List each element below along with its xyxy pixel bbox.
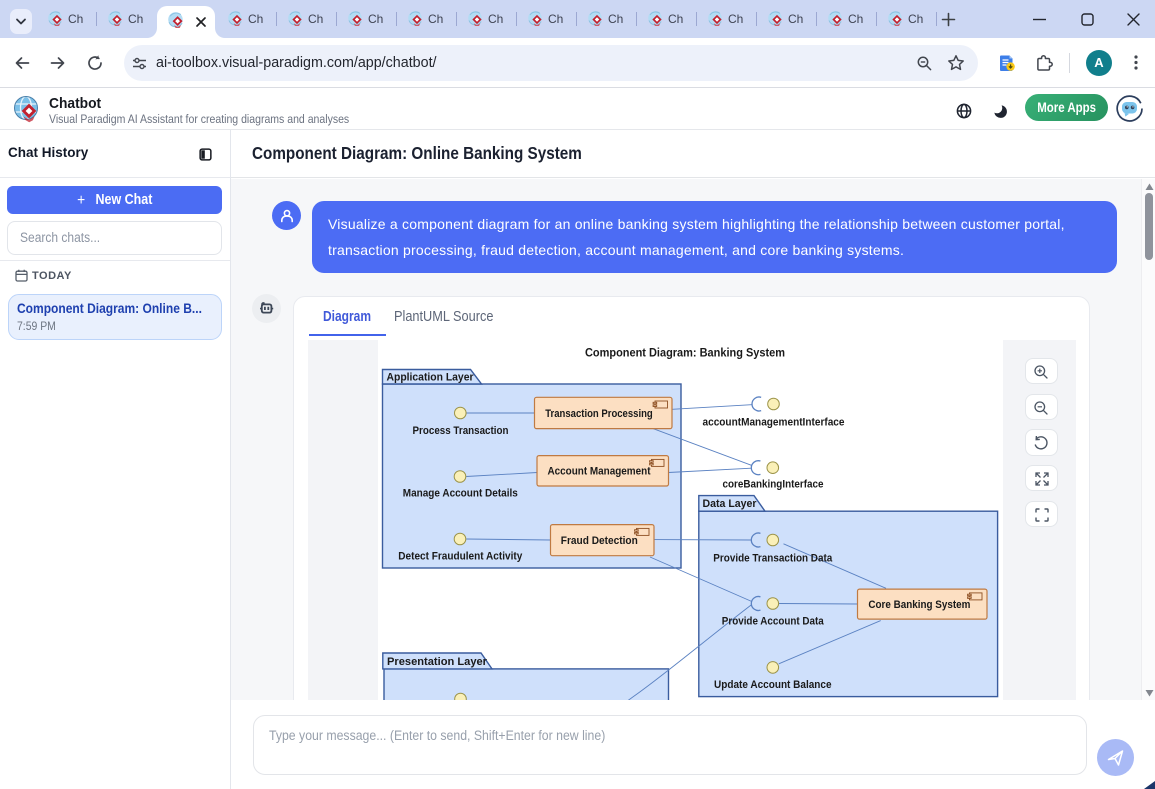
svg-text:Manage Account Details: Manage Account Details: [403, 488, 518, 500]
svg-text:Detect Fraudulent Activity: Detect Fraudulent Activity: [398, 551, 523, 563]
svg-text:Account Management: Account Management: [547, 466, 650, 478]
svg-text:Process Transaction: Process Transaction: [412, 425, 508, 437]
svg-text:coreBankingInterface: coreBankingInterface: [722, 479, 823, 491]
svg-text:Transaction Processing: Transaction Processing: [545, 408, 653, 420]
svg-text:Provide Account Data: Provide Account Data: [722, 616, 825, 628]
svg-text:Component Diagram: Banking Sys: Component Diagram: Banking System: [585, 346, 785, 360]
svg-text:Update Account Balance: Update Account Balance: [714, 679, 832, 691]
svg-text:Core Banking System: Core Banking System: [868, 599, 970, 611]
svg-text:Data Layer: Data Layer: [702, 498, 757, 510]
svg-text:Presentation Layer: Presentation Layer: [387, 656, 488, 668]
svg-text:Fraud Detection: Fraud Detection: [561, 535, 638, 547]
svg-text:accountManagementInterface: accountManagementInterface: [702, 417, 844, 429]
svg-text:Application Layer: Application Layer: [386, 372, 474, 384]
svg-text:Provide Transaction Data: Provide Transaction Data: [713, 552, 833, 564]
